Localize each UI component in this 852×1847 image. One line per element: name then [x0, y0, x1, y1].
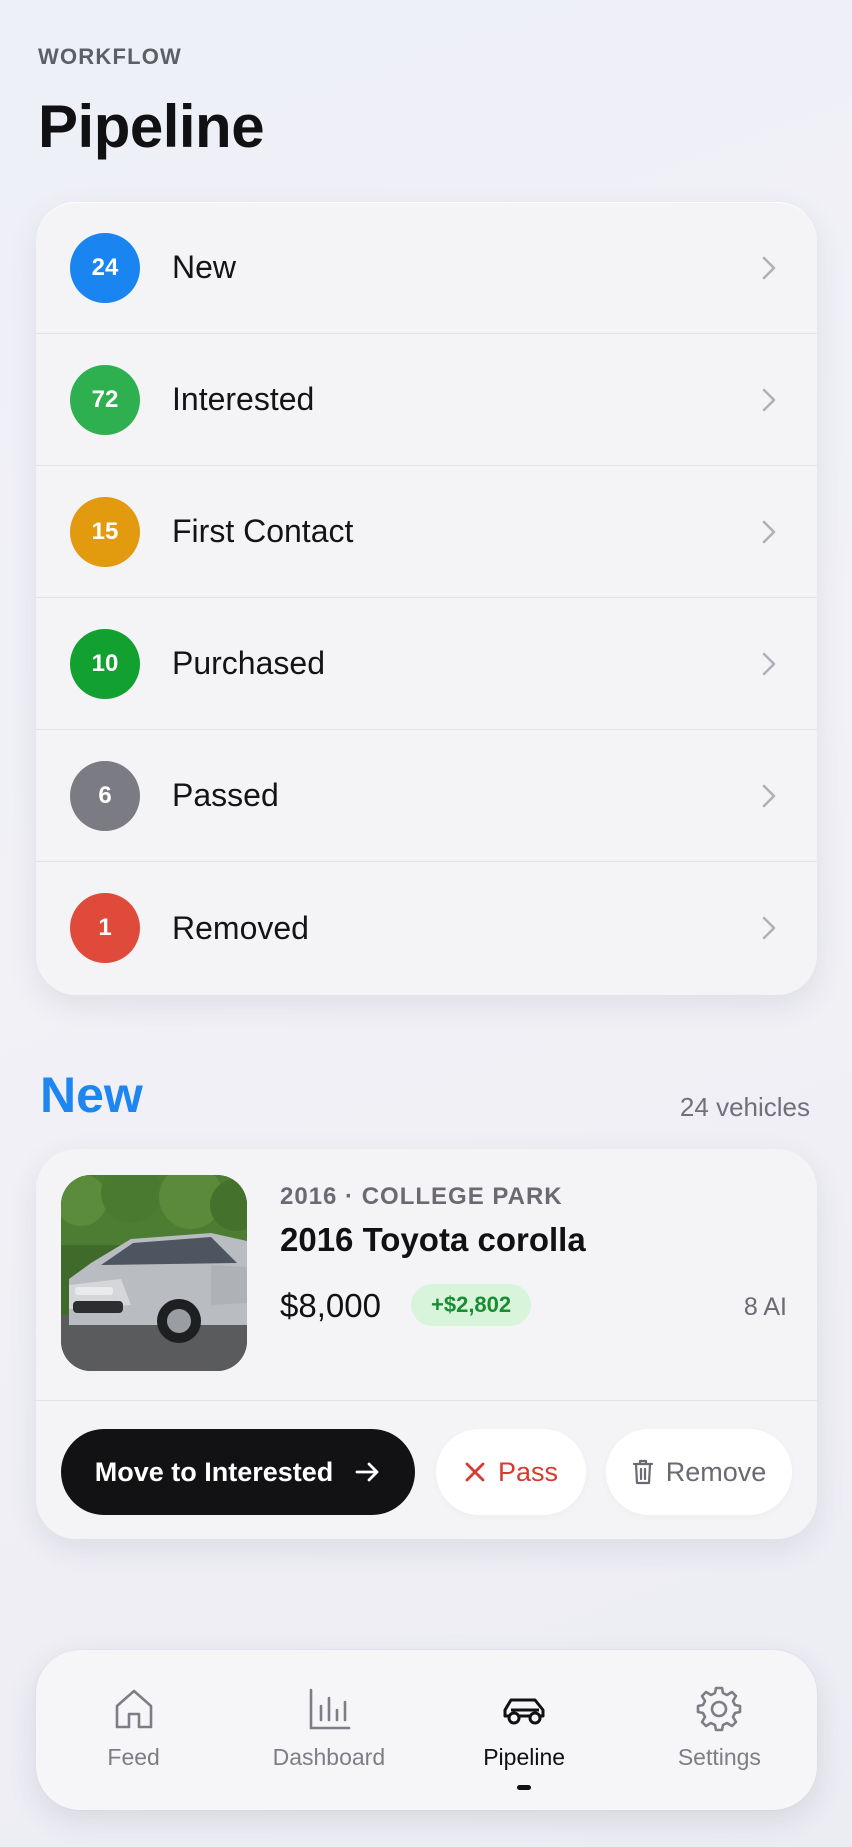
bar-chart-icon: [309, 1688, 351, 1730]
stage-count-badge: 24: [70, 232, 140, 303]
stage-row-passed[interactable]: 6 Passed: [36, 730, 817, 862]
stage-label: Interested: [172, 381, 315, 417]
move-to-interested-button[interactable]: Move to Interested: [61, 1429, 415, 1515]
stage-label: Passed: [172, 777, 279, 813]
car-icon: [503, 1698, 545, 1725]
stage-count-badge: 10: [70, 628, 140, 699]
tab-dashboard[interactable]: Dashboard: [231, 1650, 426, 1810]
chevron-right-icon: [762, 784, 776, 807]
gear-icon: [697, 1686, 742, 1732]
stage-row-first-contact[interactable]: 15 First Contact: [36, 466, 817, 598]
pass-button-label: Pass: [497, 1456, 559, 1487]
stage-list: 24 New 72 Interested 15 First Contact 10…: [36, 202, 817, 995]
move-button-label: Move to Interested: [94, 1456, 334, 1487]
stage-label: First Contact: [172, 513, 354, 549]
tab-label: Feed: [107, 1744, 160, 1770]
price-delta-badge: +$2,802: [411, 1284, 532, 1326]
remove-button[interactable]: Remove: [606, 1429, 792, 1515]
chevron-right-icon: [762, 520, 776, 543]
stage-label: Removed: [172, 909, 309, 946]
tab-label: Settings: [677, 1744, 761, 1770]
home-icon: [115, 1689, 152, 1729]
arrow-right-icon: [355, 1462, 379, 1482]
vehicle-meta: 2016 · COLLEGE PARK: [280, 1183, 563, 1210]
tab-feed[interactable]: Feed: [36, 1650, 231, 1810]
stage-count-badge: 72: [70, 364, 140, 435]
tab-label: Dashboard: [272, 1744, 386, 1770]
close-icon: [465, 1462, 485, 1482]
bottom-tab-bar: Feed Dashboard Pipeline Settings: [36, 1650, 817, 1810]
stage-row-interested[interactable]: 72 Interested: [36, 334, 817, 466]
vehicle-card[interactable]: 2016 · COLLEGE PARK 2016 Toyota corolla …: [36, 1149, 817, 1539]
chevron-right-icon: [762, 916, 776, 940]
chevron-right-icon: [762, 388, 776, 411]
section-count: 24 vehicles: [679, 1092, 810, 1122]
vehicle-price: $8,000: [280, 1287, 381, 1324]
stage-count-badge: 15: [70, 496, 140, 567]
stage-row-purchased[interactable]: 10 Purchased: [36, 598, 817, 730]
vehicle-photo: [61, 1175, 247, 1371]
trash-icon: [632, 1459, 653, 1485]
stage-count-badge: 1: [70, 893, 140, 963]
chevron-right-icon: [762, 256, 776, 279]
card-divider: [36, 1400, 817, 1401]
tab-label: Pipeline: [483, 1744, 566, 1770]
stage-label: New: [172, 249, 237, 285]
tab-pipeline[interactable]: Pipeline: [427, 1650, 622, 1810]
eyebrow-label: WORKFLOW: [38, 44, 183, 69]
stage-row-removed[interactable]: 1 Removed: [36, 862, 817, 994]
page-title: Pipeline: [38, 93, 265, 160]
stage-label: Purchased: [172, 645, 325, 681]
remove-button-label: Remove: [665, 1456, 767, 1487]
tab-settings[interactable]: Settings: [622, 1650, 817, 1810]
vehicle-name: 2016 Toyota corolla: [280, 1221, 586, 1258]
active-tab-indicator: [517, 1785, 532, 1790]
chevron-right-icon: [762, 652, 776, 675]
ai-score: 8 AI: [743, 1293, 787, 1321]
section-title: New: [40, 1067, 143, 1123]
stage-count-badge: 6: [70, 760, 140, 831]
pass-button[interactable]: Pass: [436, 1429, 586, 1515]
stage-row-new[interactable]: 24 New: [36, 202, 817, 334]
